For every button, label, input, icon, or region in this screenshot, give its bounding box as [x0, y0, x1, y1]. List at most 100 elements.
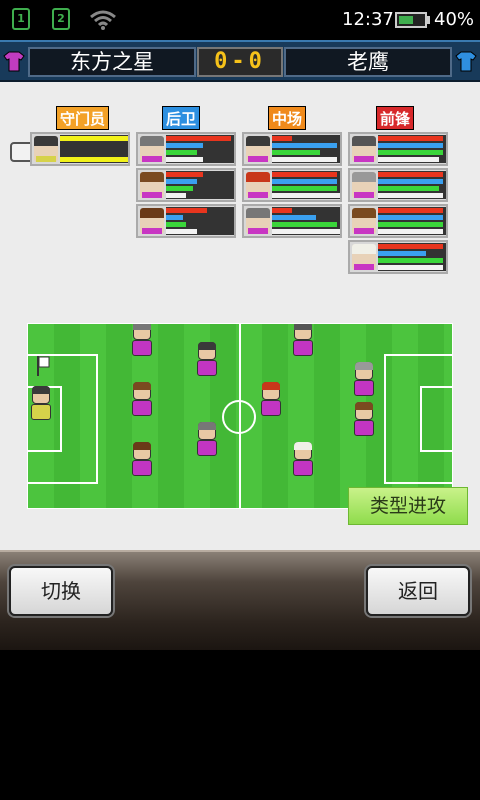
player-card-df[interactable] [136, 204, 236, 238]
field-player-fw[interactable] [292, 442, 314, 478]
player-stat-bars [378, 243, 446, 271]
status-bar: 1 2 12:37 40% [0, 0, 480, 40]
player-stat-bars [60, 135, 128, 163]
stat-bar [378, 251, 426, 256]
home-team-name: 东方之星 [28, 47, 196, 77]
player-card-gk[interactable] [30, 132, 130, 166]
player-portrait [352, 136, 376, 162]
player-portrait [246, 172, 270, 198]
stat-bar [166, 222, 187, 227]
player-stat-bars [378, 171, 446, 199]
field-player-gk[interactable] [30, 386, 52, 422]
field-player-df[interactable] [131, 324, 153, 358]
player-stat-bars [166, 171, 234, 199]
stat-bar [272, 136, 293, 141]
bottom-bar: 切换 返回 [0, 550, 480, 650]
stat-bar [166, 143, 204, 148]
back-button[interactable]: 返回 [366, 566, 470, 616]
stat-bar [378, 157, 440, 162]
score: 0-0 [197, 47, 283, 77]
captain-flag-icon [37, 356, 50, 376]
player-card-df[interactable] [136, 132, 236, 166]
field-player-mf[interactable] [260, 382, 282, 418]
soccer-field [27, 323, 453, 509]
player-portrait [352, 208, 376, 234]
player-card-mf[interactable] [242, 132, 342, 166]
stat-bar [166, 179, 197, 184]
player-card-mf[interactable] [242, 168, 342, 202]
player-portrait [34, 136, 58, 162]
stat-bar [378, 136, 443, 141]
player-portrait [352, 244, 376, 270]
stat-bar [272, 229, 340, 234]
center-circle [222, 400, 256, 434]
stat-bar [166, 208, 207, 213]
stat-bar [272, 222, 337, 227]
player-card-fw[interactable] [348, 204, 448, 238]
clock: 12:37 [342, 9, 394, 30]
stat-bar [272, 179, 337, 184]
away-shirt-icon [455, 51, 477, 72]
position-label-midfielder: 中场 [268, 106, 307, 130]
tactic-button[interactable]: 类型进攻 [348, 487, 468, 525]
away-team-name: 老鹰 [284, 47, 452, 77]
player-portrait [352, 172, 376, 198]
stat-bar [272, 172, 337, 177]
player-card-df[interactable] [136, 168, 236, 202]
battery-icon [395, 12, 427, 28]
wifi-icon [90, 10, 116, 30]
player-stat-bars [378, 207, 446, 235]
stat-bar [378, 143, 443, 148]
player-card-fw[interactable] [348, 168, 448, 202]
field-player-fw[interactable] [353, 402, 375, 438]
stat-bar [378, 222, 443, 227]
player-portrait [140, 172, 164, 198]
stat-bar [378, 265, 443, 270]
position-label-goalkeeper: 守门员 [56, 106, 110, 130]
stat-bar [166, 136, 231, 141]
field-player-mf[interactable] [196, 342, 218, 378]
home-shirt-icon [3, 51, 25, 72]
field-player-fw[interactable] [292, 324, 314, 358]
player-stat-bars [272, 207, 340, 235]
player-card-fw[interactable] [348, 240, 448, 274]
player-portrait [140, 136, 164, 162]
position-label-forward: 前锋 [376, 106, 415, 130]
stat-bar [272, 186, 337, 191]
field-player-df[interactable] [131, 442, 153, 478]
player-stat-bars [166, 207, 234, 235]
stat-bar [378, 186, 440, 191]
field-player-mf[interactable] [196, 422, 218, 458]
stat-bar [166, 229, 197, 234]
stat-bar [378, 229, 443, 234]
scoreboard: 东方之星 0-0 老鹰 [0, 40, 480, 82]
player-card-mf[interactable] [242, 204, 342, 238]
player-portrait [246, 136, 270, 162]
stat-bar [166, 215, 183, 220]
stat-bar [166, 157, 204, 162]
stat-bar [378, 208, 443, 213]
stat-bar [378, 258, 443, 263]
field-player-fw[interactable] [353, 362, 375, 398]
player-stat-bars [272, 135, 340, 163]
field-player-df[interactable] [131, 382, 153, 418]
stat-bar [166, 193, 187, 198]
stat-bar [272, 157, 337, 162]
player-stat-bars [166, 135, 234, 163]
stat-bar [378, 215, 443, 220]
sim-card-2-icon: 2 [52, 8, 70, 30]
stat-bar [166, 172, 204, 177]
sim-card-1-icon: 1 [12, 8, 30, 30]
position-label-defender: 后卫 [162, 106, 201, 130]
stat-bar [378, 172, 443, 177]
switch-button[interactable]: 切换 [9, 566, 113, 616]
player-card-fw[interactable] [348, 132, 448, 166]
battery-percent: 40% [434, 9, 475, 30]
stat-bar [60, 157, 128, 162]
player-portrait [246, 208, 270, 234]
stat-bar [272, 215, 317, 220]
stat-bar [378, 193, 443, 198]
formation-panel: 守门员 后卫 中场 前锋 类型进攻 [0, 82, 480, 550]
player-stat-bars [378, 135, 446, 163]
player-stat-bars [272, 171, 340, 199]
